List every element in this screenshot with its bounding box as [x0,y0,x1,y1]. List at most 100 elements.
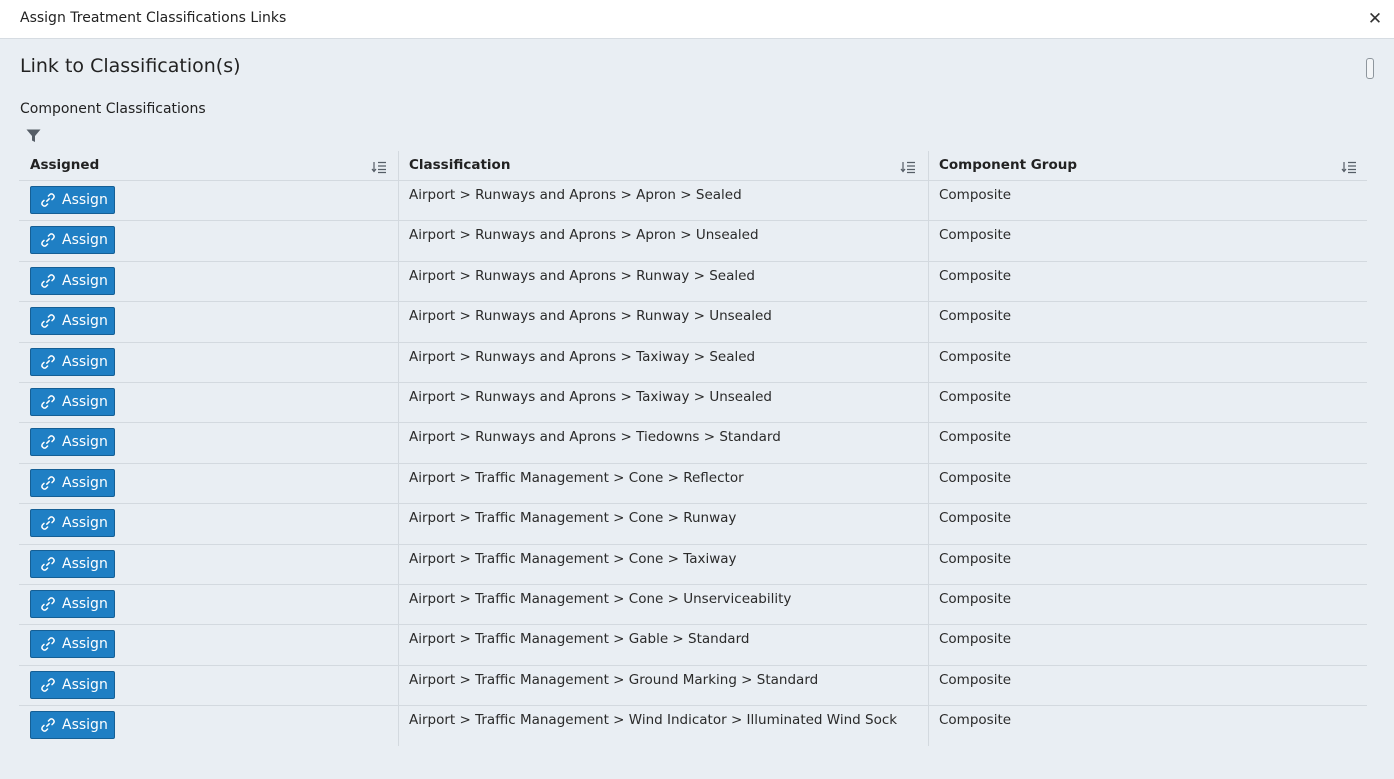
cell-classification: Airport > Runways and Aprons > Taxiway >… [398,382,928,423]
cell-component-group: Composite [928,625,1367,665]
cell-classification: Airport > Runways and Aprons > Apron > U… [398,221,928,261]
assign-button-label: Assign [62,232,108,249]
column-header-assigned[interactable]: Assigned [19,151,398,181]
table-row: Assign Airport > Runways and Aprons > Ap… [19,181,1367,222]
assign-button-label: Assign [62,676,108,693]
dialog-content[interactable]: Link to Classification(s) Component Clas… [0,40,1394,779]
link-icon [41,475,55,490]
link-icon [41,718,55,732]
column-header-label: Component Group [939,157,1078,173]
cell-classification: Airport > Runways and Aprons > Apron > S… [398,181,928,221]
cell-component-group: Composite [928,261,1367,302]
link-icon [41,677,55,692]
cell-classification: Airport > Traffic Management > Gable > S… [398,625,928,665]
link-icon [41,314,55,328]
cell-assigned: Assign [19,464,398,503]
cell-classification: Airport > Runways and Aprons > Runway > … [398,261,928,302]
cell-component-group: Composite [928,181,1367,221]
assign-button-label: Assign [62,192,108,208]
table-row: Assign Airport > Traffic Management > Co… [19,544,1367,585]
cell-assigned: Assign [19,666,398,705]
cell-classification: Airport > Traffic Management > Cone > Ta… [398,544,928,584]
column-header-label: Assigned [30,157,100,173]
cell-classification: Airport > Traffic Management > Cone > Un… [398,584,928,625]
link-icon [41,435,55,450]
link-icon [41,193,55,207]
subsection-title: Component Classifications [20,101,206,117]
cell-component-group: Composite [928,584,1367,625]
cell-classification: Airport > Runways and Aprons > Tiedowns … [398,423,928,463]
assign-button-label: Assign [62,393,108,410]
sort-icon[interactable] [900,160,916,174]
cell-component-group: Composite [928,504,1367,544]
assign-button[interactable]: Assign [30,549,115,578]
link-icon [41,556,55,571]
assign-button[interactable]: Assign [30,630,115,659]
table-row: Assign Airport > Traffic Management > Gr… [19,665,1367,707]
classifications-grid: Assigned Classification Component Group [19,151,1367,747]
cell-assigned: Assign [19,625,398,664]
table-row: Assign Airport > Runways and Aprons > Ta… [19,382,1367,424]
cell-assigned: Assign [19,302,398,341]
cell-assigned: Assign [19,504,398,543]
link-icon [41,354,55,369]
cell-classification: Airport > Traffic Management > Cone > Ru… [398,504,928,544]
cell-component-group: Composite [928,665,1367,706]
grid-body: Assign Airport > Runways and Aprons > Ap… [19,181,1367,747]
cell-component-group: Composite [928,544,1367,584]
cell-component-group: Composite [928,706,1367,747]
assign-button[interactable]: Assign [30,186,115,214]
close-icon[interactable]: ✕ [1366,10,1384,28]
sort-icon[interactable] [1341,160,1357,174]
link-icon [41,597,55,611]
table-row: Assign Airport > Traffic Management > Ga… [19,625,1367,666]
assign-button[interactable]: Assign [30,226,115,255]
cell-assigned: Assign [19,585,398,624]
assign-button[interactable]: Assign [30,307,115,336]
cell-classification: Airport > Traffic Management > Cone > Re… [398,463,928,504]
assign-button[interactable]: Assign [30,468,115,497]
table-row: Assign Airport > Runways and Aprons > Ti… [19,423,1367,464]
grid-header: Assigned Classification Component Group [19,151,1367,181]
assign-button[interactable]: Assign [30,589,115,618]
assign-button-label: Assign [62,555,108,572]
assign-button[interactable]: Assign [30,711,115,740]
assign-button[interactable]: Assign [30,428,115,457]
cell-component-group: Composite [928,423,1367,463]
assign-button-label: Assign [62,636,108,653]
cell-assigned: Assign [19,343,398,382]
cell-assigned: Assign [19,383,398,422]
table-row: Assign Airport > Runways and Aprons > Ta… [19,342,1367,383]
assign-button[interactable]: Assign [30,670,115,699]
column-header-label: Classification [409,157,511,173]
link-icon [41,516,55,530]
assign-button-label: Assign [62,313,108,330]
assign-button[interactable]: Assign [30,509,115,538]
dialog-title: Assign Treatment Classifications Links [20,10,287,26]
table-row: Assign Airport > Runways and Aprons > Ap… [19,221,1367,262]
filter-icon[interactable] [26,129,41,143]
assign-button-label: Assign [62,595,108,612]
cell-assigned: Assign [19,181,398,220]
table-row: Assign Airport > Runways and Aprons > Ru… [19,302,1367,343]
assign-button-label: Assign [62,353,108,370]
column-header-classification[interactable]: Classification [398,151,928,181]
assign-button-label: Assign [62,272,108,289]
cell-classification: Airport > Traffic Management > Ground Ma… [398,665,928,706]
assign-button-label: Assign [62,515,108,532]
table-row: Assign Airport > Traffic Management > Co… [19,463,1367,505]
assign-button[interactable]: Assign [30,266,115,295]
link-icon [41,395,55,409]
assign-button-label: Assign [62,474,108,491]
table-row: Assign Airport > Traffic Management > Wi… [19,706,1367,747]
assign-button[interactable]: Assign [30,387,115,416]
link-icon [41,233,55,248]
assign-button[interactable]: Assign [30,347,115,376]
column-header-component-group[interactable]: Component Group [928,151,1367,181]
cell-classification: Airport > Runways and Aprons > Runway > … [398,302,928,342]
scrollbar-thumb[interactable] [1366,58,1374,79]
cell-component-group: Composite [928,302,1367,342]
cell-classification: Airport > Runways and Aprons > Taxiway >… [398,342,928,382]
cell-assigned: Assign [19,221,398,260]
sort-icon[interactable] [371,160,387,174]
